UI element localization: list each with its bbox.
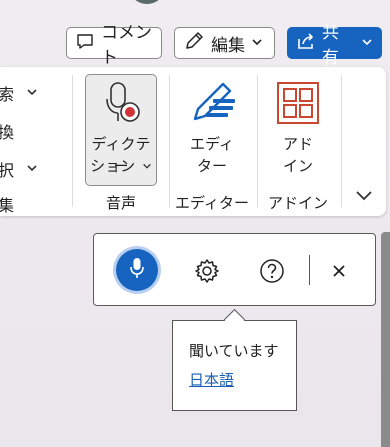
close-icon[interactable] xyxy=(332,263,346,282)
editor-label-line2: ター xyxy=(196,157,227,175)
addins-group-label: アドイン xyxy=(267,194,328,212)
toolbar-divider xyxy=(309,255,310,285)
chevron-down-icon xyxy=(143,163,151,169)
ribbon: 索 換 択 集 ディクテー ション 音声 エディ ター エディター アド イン … xyxy=(0,67,386,216)
group-divider xyxy=(341,75,342,207)
share-button[interactable]: 共有 xyxy=(287,23,382,68)
help-icon[interactable] xyxy=(259,258,285,288)
listening-status: 聞いています xyxy=(189,342,279,360)
chevron-down-icon xyxy=(361,33,373,53)
microphone-button[interactable] xyxy=(116,249,158,291)
comment-button[interactable]: コメント xyxy=(66,23,162,68)
gear-icon[interactable] xyxy=(194,258,220,288)
group-divider xyxy=(72,75,73,207)
voice-group-label: 音声 xyxy=(105,194,136,212)
chevron-down-icon xyxy=(26,86,38,101)
edit-mode-button[interactable]: 編集 xyxy=(174,27,275,59)
listening-tooltip: 聞いています 日本語 xyxy=(172,320,297,411)
addins-grid-icon xyxy=(276,81,320,129)
dictate-button[interactable]: ディクテー ション xyxy=(85,74,157,186)
group-divider xyxy=(257,75,258,207)
select-label: 択 xyxy=(0,161,15,180)
pencil-icon xyxy=(183,30,205,57)
edit-label: 編集 xyxy=(211,35,245,56)
share-label: 共有 xyxy=(322,23,339,68)
find-label: 索 xyxy=(0,85,15,104)
share-icon xyxy=(296,31,316,56)
editor-group-label: エディター xyxy=(175,194,249,212)
language-link[interactable]: 日本語 xyxy=(189,369,234,390)
ribbon-expand-chevron-icon[interactable] xyxy=(355,187,373,206)
chevron-down-icon xyxy=(251,33,263,53)
avatar[interactable] xyxy=(132,0,162,4)
comment-icon xyxy=(75,31,95,56)
editor-pen-icon xyxy=(189,79,239,129)
addins-label-line1: アド xyxy=(282,135,313,153)
group-divider xyxy=(169,75,170,207)
addins-button[interactable]: アド イン xyxy=(262,75,334,187)
microphone-record-icon xyxy=(105,81,141,127)
vertical-scrollbar[interactable] xyxy=(381,232,390,447)
editor-button[interactable]: エディ ター xyxy=(176,75,248,187)
replace-item[interactable]: 換 xyxy=(0,119,14,143)
chevron-down-icon xyxy=(26,162,38,177)
dictate-label-line2: ション xyxy=(86,155,156,177)
find-item[interactable]: 索 xyxy=(0,81,38,105)
microphone-icon xyxy=(129,257,145,283)
comment-label: コメント xyxy=(101,23,152,68)
editor-label-line1: エディ xyxy=(190,135,234,153)
dictation-toolbar xyxy=(93,233,376,306)
replace-label: 換 xyxy=(0,123,15,142)
editing-group-label: 集 xyxy=(0,196,15,215)
addins-label-line2: イン xyxy=(282,157,313,175)
select-item[interactable]: 択 xyxy=(0,157,38,181)
